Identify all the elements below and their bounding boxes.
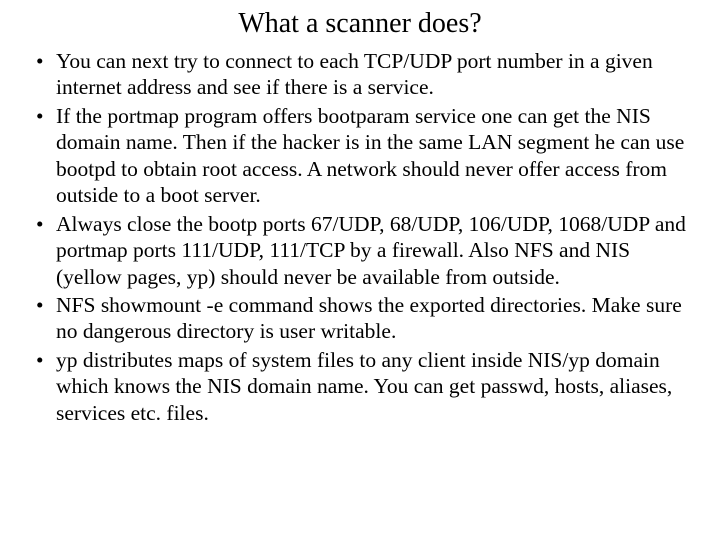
list-item: If the portmap program offers bootparam … (56, 103, 692, 209)
list-item: NFS showmount -e command shows the expor… (56, 292, 692, 345)
list-item: Always close the bootp ports 67/UDP, 68/… (56, 211, 692, 290)
list-item: yp distributes maps of system files to a… (56, 347, 692, 426)
list-item: You can next try to connect to each TCP/… (56, 48, 692, 101)
slide: What a scanner does? You can next try to… (0, 0, 720, 540)
slide-title: What a scanner does? (28, 8, 692, 40)
bullet-list: You can next try to connect to each TCP/… (28, 48, 692, 426)
